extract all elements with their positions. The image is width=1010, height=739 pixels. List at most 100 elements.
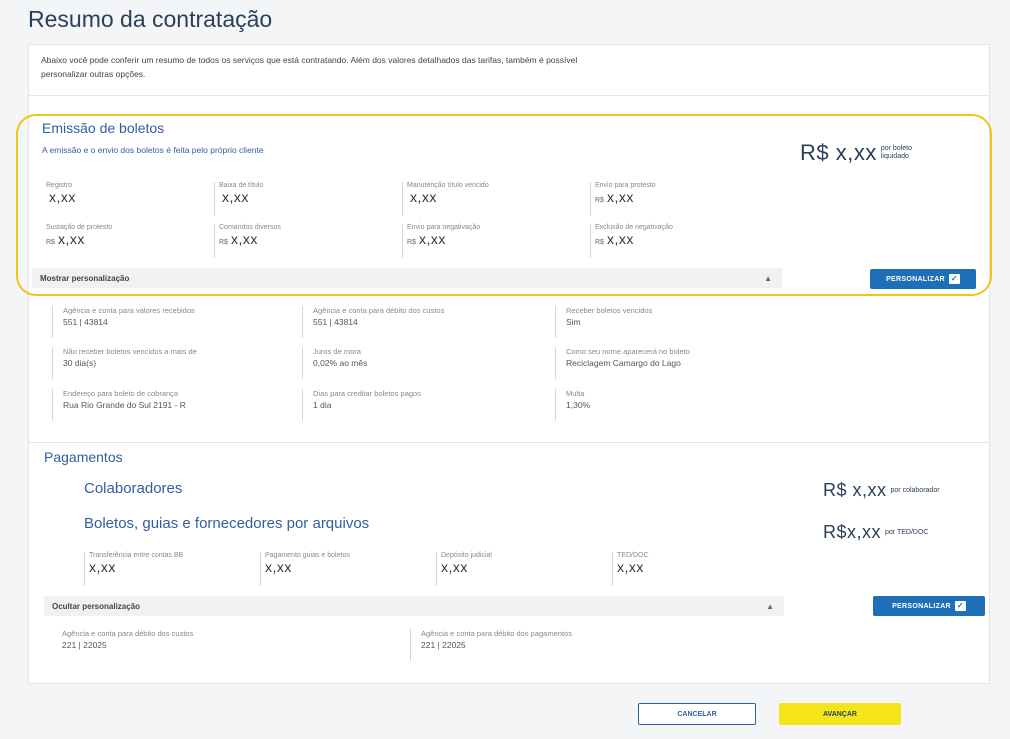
arquivos-price-unit: por TED/DOC xyxy=(885,528,929,536)
detail-value: 551 | 43814 xyxy=(313,317,358,327)
pag-detail-debito-custos: Agência e conta para débito dos custos 2… xyxy=(52,629,392,661)
detail-label: Como seu nome aparecerá no boleto xyxy=(566,347,690,356)
fee-envio-negativacao: Envio para negativação R$ x,xx xyxy=(402,224,582,258)
detail-label: Multa xyxy=(566,389,585,398)
boletos-personalize-button[interactable]: PERSONALIZAR ✓ xyxy=(870,269,976,289)
arquivos-price-amount: R$x,xx xyxy=(823,522,882,542)
toggle-label: Mostrar personalização xyxy=(40,273,130,283)
colaboradores-price: R$ x,xx por colaborador xyxy=(823,480,940,501)
boletos-personalization-toggle[interactable]: Mostrar personalização ▲ xyxy=(32,268,782,288)
fee-label: Manutenção título vencido xyxy=(407,182,489,189)
fee-currency: R$ xyxy=(595,197,604,204)
divider xyxy=(28,442,990,443)
detail-multa: Multa 1,30% xyxy=(555,389,795,421)
cancel-button[interactable]: CANCELAR xyxy=(638,703,756,725)
detail-label: Juros de mora xyxy=(313,347,361,356)
fee-value: x,xx xyxy=(418,231,446,247)
fee-value: x,xx xyxy=(617,559,644,575)
pagamentos-title: Pagamentos xyxy=(44,449,123,465)
fee-envio-protesto: Envio para protesto R$ x,xx xyxy=(590,182,770,216)
fee-label: Registro xyxy=(46,182,73,189)
pag-fee-deposito-judicial: Depósito judicial x,xx xyxy=(436,552,606,586)
detail-label: Receber boletos vencidos xyxy=(566,306,653,315)
fee-value: x,xx xyxy=(265,559,292,575)
fee-value: x,xx xyxy=(606,231,634,247)
fee-value: x,xx xyxy=(49,189,76,205)
fee-label: Transferência entre contas BB xyxy=(89,552,184,559)
detail-value: 30 dia(s) xyxy=(63,358,97,368)
detail-label: Agência e conta para débito dos custos xyxy=(62,629,194,638)
fee-label: Pagamento guias e boletos xyxy=(265,552,350,559)
chevron-up-icon: ▲ xyxy=(766,601,774,611)
detail-label: Agência e conta para valores recebidos xyxy=(63,306,195,315)
detail-value: Sim xyxy=(566,317,581,327)
page-title: Resumo da contratação xyxy=(28,6,273,32)
fee-sustacao: Sustação de protesto R$ x,xx xyxy=(42,224,212,258)
detail-label: Não receber boletos vencidos a mais de xyxy=(63,347,197,356)
fee-value: x,xx xyxy=(57,231,85,247)
fee-value: x,xx xyxy=(606,189,634,205)
personalize-label: PERSONALIZAR xyxy=(886,275,945,283)
arquivos-price: R$x,xx por TED/DOC xyxy=(823,522,928,543)
fee-label: Envio para negativação xyxy=(407,224,481,231)
fee-currency: R$ xyxy=(46,239,55,246)
fee-label: Depósito judicial xyxy=(441,552,492,559)
personalize-label: PERSONALIZAR xyxy=(892,602,951,610)
fee-value: x,xx xyxy=(222,189,249,205)
detail-value: Rua Rio Grande do Sul 2191 - R xyxy=(63,400,186,410)
clipboard-check-icon: ✓ xyxy=(954,601,966,611)
boletos-price: R$ x,xx por boleto liquidado xyxy=(800,140,937,166)
detail-value: 221 | 22025 xyxy=(421,640,466,650)
fee-value: x,xx xyxy=(230,231,258,247)
pagamentos-personalization-toggle[interactable]: Ocultar personalização ▲ xyxy=(44,596,784,616)
fee-manutencao: Manutenção título vencido x,xx xyxy=(402,182,582,216)
detail-value: 0,02% ao mês xyxy=(313,358,368,368)
detail-value: 1,30% xyxy=(566,400,591,410)
fee-currency: R$ xyxy=(595,239,604,246)
detail-nome-boleto: Como seu nome aparecerá no boleto Recicl… xyxy=(555,347,795,379)
pag-fee-ted-doc: TED/DOC x,xx xyxy=(612,552,762,586)
detail-receber-vencidos: Receber boletos vencidos Sim xyxy=(555,306,795,338)
fee-label: Comandos diversos xyxy=(219,224,281,231)
colaboradores-price-amount: R$ x,xx xyxy=(823,480,887,500)
divider xyxy=(29,95,989,96)
pag-fee-transferencia: Transferência entre contas BB x,xx xyxy=(84,552,254,586)
detail-agencia-custos: Agência e conta para débito dos custos 5… xyxy=(302,306,542,338)
fee-label: TED/DOC xyxy=(617,552,649,559)
colaboradores-price-unit: por colaborador xyxy=(890,486,940,494)
detail-dias-creditar: Dias para creditar boletos pagos 1 dia xyxy=(302,389,542,421)
detail-juros-mora: Juros de mora 0,02% ao mês xyxy=(302,347,542,379)
fee-label: Envio para protesto xyxy=(595,182,656,189)
detail-nao-receber-vencidos: Não receber boletos vencidos a mais de 3… xyxy=(52,347,292,379)
fee-label: Baixa de título xyxy=(219,182,264,189)
arquivos-title: Boletos, guias e fornecedores por arquiv… xyxy=(84,515,370,532)
toggle-label: Ocultar personalização xyxy=(52,601,141,611)
detail-value: Reciclagem Camargo do Lago xyxy=(566,358,681,368)
detail-label: Dias para creditar boletos pagos xyxy=(313,389,421,398)
pag-detail-debito-pagamentos: Agência e conta para débito dos pagament… xyxy=(410,629,750,661)
fee-currency: R$ xyxy=(219,239,228,246)
detail-value: 551 | 43814 xyxy=(63,317,108,327)
detail-label: Agência e conta para débito dos pagament… xyxy=(421,629,572,638)
fee-baixa: Baixa de título x,xx xyxy=(214,182,394,216)
detail-value: 1 dia xyxy=(313,400,332,410)
intro-text: Abaixo você pode conferir um resumo de t… xyxy=(41,55,578,79)
detail-value: 221 | 22025 xyxy=(62,640,107,650)
fee-registro: Registro x,xx xyxy=(42,182,212,216)
fee-label: Exclusão de negativação xyxy=(595,224,673,231)
chevron-up-icon: ▲ xyxy=(764,273,772,283)
boletos-price-amount: R$ x,xx xyxy=(800,140,877,165)
fee-currency: R$ xyxy=(407,239,416,246)
detail-label: Agência e conta para débito dos custos xyxy=(313,306,445,315)
fee-value: x,xx xyxy=(410,189,437,205)
boletos-subtitle: A emissão e o envio dos boletos é feita … xyxy=(42,145,264,155)
boletos-title: Emissão de boletos xyxy=(42,120,165,136)
detail-agencia-recebidos: Agência e conta para valores recebidos 5… xyxy=(52,306,292,338)
fee-value: x,xx xyxy=(441,559,468,575)
detail-endereco: Endereço para boleto de cobrança Rua Rio… xyxy=(52,389,292,421)
fee-label: Sustação de protesto xyxy=(46,224,113,231)
boletos-price-unit: por boleto liquidado xyxy=(880,145,912,160)
next-button[interactable]: AVANÇAR xyxy=(779,703,901,725)
fee-value: x,xx xyxy=(89,559,116,575)
pagamentos-personalize-button[interactable]: PERSONALIZAR ✓ xyxy=(873,596,985,616)
